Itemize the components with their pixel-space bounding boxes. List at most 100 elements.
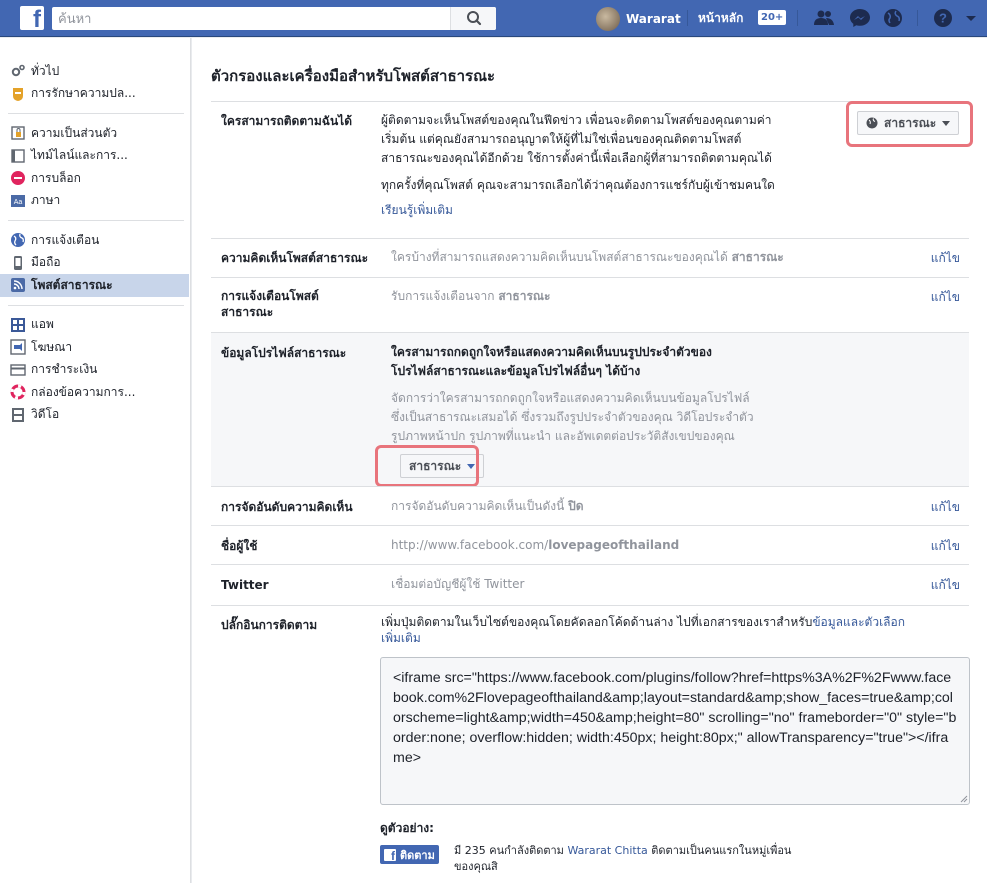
description-line: สาธารณะของคุณได้อีกด้วย ใช้การตั้งค่านี้… [381,151,772,165]
sidebar-item-public-posts[interactable]: โพสต์สาธารณะ [0,274,189,297]
setting-label: ใครสามารถติดตามฉันได้ [221,114,352,128]
profile-link[interactable]: Wararat [596,6,681,31]
summary-value: สาธารณะ [498,289,551,303]
sidebar-item-privacy[interactable]: ความเป็นส่วนตัว [0,122,189,145]
description-line: รูปภาพหน้าปก รูปภาพที่แนะนำ และอัพเดตต่อ… [391,429,735,443]
setting-label: ปลั๊กอินการติดตาม [221,618,318,632]
sidebar-group-apps: แอพ โฆษณา การชำระเงิน กล่องข้อความการ...… [8,314,184,435]
learn-more-link[interactable]: เรียนรู้เพิ่มเติม [381,201,775,220]
facebook-logo-icon: f [384,848,396,861]
setting-question: ใครสามารถกดถูกใจหรือแสดงความคิดเห็นบนรูป… [391,345,712,359]
sidebar-item-videos[interactable]: วิดีโอ [0,404,189,427]
home-link[interactable]: หน้าหลัก [698,9,743,28]
summary-value: สาธารณะ [731,250,784,264]
description-line: เริ่มต้น แต่คุณยังสามารถอนุญาตให้ผู้ที่ไ… [381,132,742,146]
username-url-name: lovepageofthailand [548,538,680,552]
annotation-highlight [846,101,973,147]
divider [797,10,798,26]
resize-handle-icon[interactable] [960,795,968,803]
timeline-icon [10,148,26,164]
sidebar-item-notifications[interactable]: การแจ้งเตือน [0,229,189,252]
setting-summary: เชื่อมต่อบัญชีผู้ใช้ Twitter [391,575,524,594]
summary-text: รับการแจ้งเตือนจาก [391,289,495,303]
sidebar-item-mobile[interactable]: มือถือ [0,252,189,275]
messenger-icon[interactable] [849,8,871,28]
profile-name-link[interactable]: Wararat Chitta [567,844,647,857]
sidebar-item-label: แอพ [31,317,54,332]
setting-row-username: ชื่อผู้ใช้ http://www.facebook.com/lovep… [211,525,969,564]
setting-label: การจัดอันดับความคิดเห็น [221,500,353,514]
follower-count-text: มี 235 คนกำลังติดตาม [454,844,564,857]
sidebar-item-label: ความเป็นส่วนตัว [31,125,118,140]
edit-link[interactable]: แก้ไข [931,288,960,307]
sidebar-item-language[interactable]: Aa ภาษา [0,190,189,213]
annotation-highlight [375,445,479,487]
search-icon [467,11,482,26]
lifebuoy-icon [10,384,26,400]
sidebar-group-general: ทั่วไป การรักษาความปล... [8,60,184,114]
edit-link[interactable]: แก้ไข [931,498,960,517]
settings-main-panel: ตัวกรองและเครื่องมือสำหรับโพสต์สาธารณะ ใ… [192,38,987,883]
badge-icon [10,86,26,102]
page-title: ตัวกรองและเครื่องมือสำหรับโพสต์สาธารณะ [211,67,496,85]
setting-row-twitter: Twitter เชื่อมต่อบัญชีผู้ใช้ Twitter แก้… [211,564,969,605]
summary-text: การจัดอันดับความคิดเห็นเป็นดังนี้ [391,499,565,513]
help-icon[interactable]: ? [932,8,954,28]
sidebar-item-ads[interactable]: โฆษณา [0,336,189,359]
follow-plugin-preview-button[interactable]: f ติดตาม [380,845,439,864]
sidebar-item-payments[interactable]: การชำระเงิน [0,359,189,382]
search-button[interactable] [450,7,496,30]
plugin-intro-text: เพิ่มปุ่มติดตามในเว็บไซต์ของคุณโดยคัดลอก… [381,615,813,629]
language-icon: Aa [10,193,26,209]
sidebar-item-label: การแจ้งเตือน [31,232,100,247]
globe-icon [10,232,26,248]
facebook-logo-icon[interactable]: f [20,6,44,30]
summary-text: เชื่อมต่อบัญชีผู้ใช้ Twitter [391,577,525,591]
notifications-globe-icon[interactable] [882,8,904,28]
summary-text: ใครบ้างที่สามารถแสดงความคิดเห็นบนโพสต์สา… [391,250,728,264]
friend-requests-icon[interactable] [813,8,835,28]
follow-prompt-text: ติดตามเป็นคนแรกในหมู่เพื่อน [651,844,792,857]
edit-link[interactable]: แก้ไข [931,537,960,556]
top-navigation-bar: f Wararat หน้าหลัก 20+ ? [0,0,987,37]
sidebar-group-privacy: ความเป็นส่วนตัว ไทม์ไลน์และการ... การบล็… [8,122,184,221]
sidebar-item-general[interactable]: ทั่วไป [0,60,189,83]
divider [687,10,688,26]
description-line: ผู้ติดตามจะเห็นโพสต์ของคุณในฟีดข่าว เพื่… [381,113,772,127]
edit-link[interactable]: แก้ไข [931,576,960,595]
sidebar-item-label: การบล็อก [31,170,81,185]
follow-plugin-preview-text: มี 235 คนกำลังติดตาม Wararat Chitta ติดต… [454,843,791,875]
search-input[interactable] [58,10,448,28]
user-name: Wararat [626,11,681,26]
account-menu-chevron-down-icon[interactable] [964,8,978,28]
docs-link[interactable]: ข้อมูลและตัวเลือก [812,615,905,629]
sidebar-item-apps[interactable]: แอพ [0,314,189,337]
setting-label: ชื่อผู้ใช้ [221,539,258,553]
summary-value: ปิด [568,499,584,513]
sidebar-item-label: การรักษาความปล... [31,86,136,101]
apps-icon [10,317,26,333]
svg-text:?: ? [939,11,947,26]
sidebar-item-label: ภาษา [31,193,61,208]
plugin-code-textarea[interactable]: <iframe src="https://www.facebook.com/pl… [380,657,970,805]
plugin-intro: เพิ่มปุ่มติดตามในเว็บไซต์ของคุณโดยคัดลอก… [381,614,971,646]
edit-link[interactable]: แก้ไข [931,249,960,268]
sidebar-item-security[interactable]: การรักษาความปล... [0,83,189,106]
sidebar-item-blocking[interactable]: การบล็อก [0,167,189,190]
sidebar-item-label: ทั่วไป [31,63,60,78]
sidebar-item-label: การชำระเงิน [31,362,98,377]
payment-icon [10,362,26,378]
mobile-icon [10,255,26,271]
sidebar-item-label: โพสต์สาธารณะ [31,277,113,292]
sidebar-item-timeline[interactable]: ไทม์ไลน์และการ... [0,145,189,168]
sidebar-group-notifications: การแจ้งเตือน มือถือ โพสต์สาธารณะ [0,229,189,306]
settings-sidebar: ทั่วไป การรักษาความปล... ความเป็นส่วนตัว… [0,38,191,883]
setting-expanded-content: ใครสามารถกดถูกใจหรือแสดงความคิดเห็นบนรูป… [391,343,754,446]
sidebar-item-label: ไทม์ไลน์และการ... [31,148,128,163]
sidebar-item-label: โฆษณา [31,339,73,354]
docs-link-more[interactable]: เพิ่มเติม [381,631,421,645]
sidebar-item-label: กล่องข้อความการ... [31,384,136,399]
ads-icon [10,339,26,355]
sidebar-item-support-inbox[interactable]: กล่องข้อความการ... [0,381,189,404]
setting-summary: การจัดอันดับความคิดเห็นเป็นดังนี้ ปิด [391,497,584,516]
